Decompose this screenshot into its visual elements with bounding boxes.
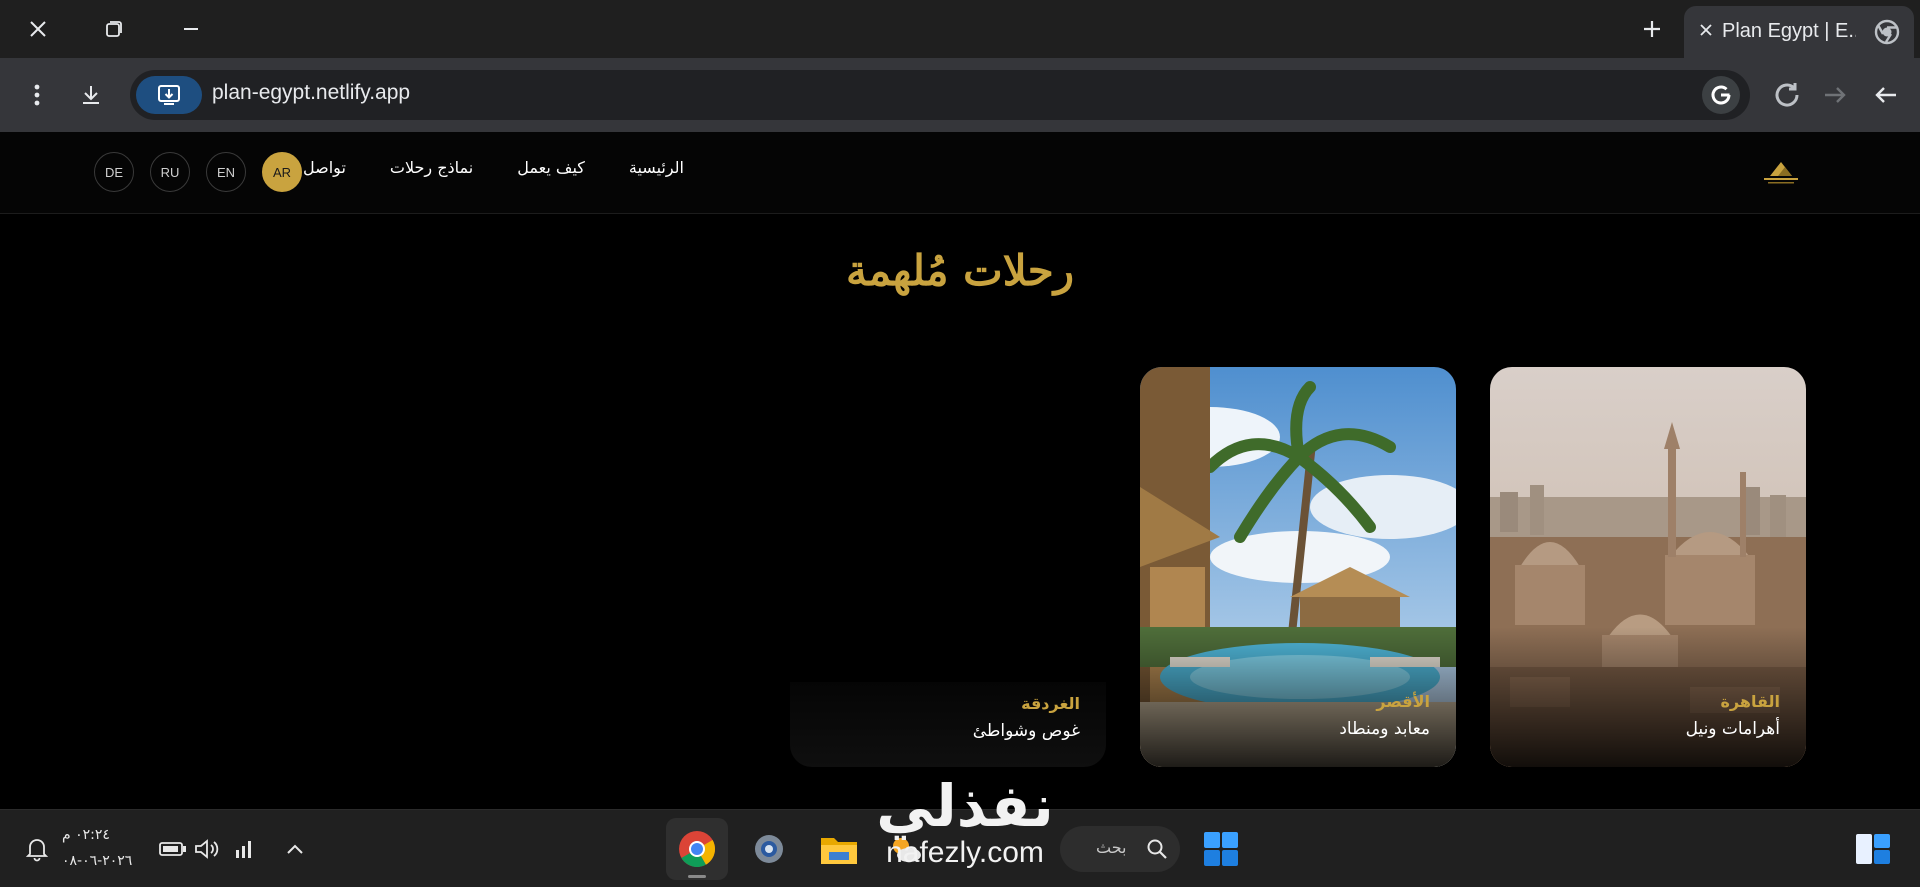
card-city: الغردقة: [1021, 694, 1080, 713]
arrow-right-icon: [1825, 87, 1846, 103]
widgets-button[interactable]: [1842, 818, 1904, 880]
gear-icon: [755, 835, 783, 863]
speaker-icon: [195, 839, 219, 859]
lang-de-button[interactable]: DE: [94, 152, 134, 192]
chrome-favicon-icon: [1874, 19, 1900, 49]
close-icon: [1700, 24, 1712, 36]
volume-control[interactable]: [192, 834, 222, 864]
browser-tab[interactable]: Plan Egypt | E...: [1684, 6, 1914, 58]
taskbar-settings-button[interactable]: [738, 818, 800, 880]
battery-indicator[interactable]: [158, 834, 188, 864]
trip-card-luxor[interactable]: الأقصر معابد ومنطاد: [1140, 367, 1456, 767]
back-button[interactable]: [1865, 74, 1907, 116]
google-lens-button[interactable]: [1702, 76, 1740, 114]
close-icon: [30, 21, 46, 37]
lang-ar-button[interactable]: AR: [262, 152, 302, 192]
network-status[interactable]: [230, 834, 260, 864]
minimize-icon: [184, 28, 198, 30]
taskbar-chrome-button[interactable]: [666, 818, 728, 880]
google-icon: [1711, 85, 1731, 105]
nav-how-it-works-link[interactable]: كيف يعمل: [517, 158, 585, 177]
notifications-button[interactable]: [22, 834, 52, 864]
watermark-arabic: نفذلي: [876, 772, 1054, 840]
nafezly-watermark: نفذلي nafezly.com: [840, 774, 1090, 868]
download-icon: [83, 86, 99, 104]
address-bar[interactable]: plan-egypt.netlify.app: [130, 70, 1750, 120]
new-tab-button[interactable]: [1628, 10, 1676, 48]
browser-toolbar: plan-egypt.netlify.app: [0, 58, 1920, 132]
reload-button[interactable]: [1766, 74, 1808, 116]
widgets-icon: [1856, 834, 1890, 864]
chevron-up-icon: [287, 844, 303, 854]
lang-en-button[interactable]: EN: [206, 152, 246, 192]
clock-date: ٢٠٢٦-٠٦-٠٨: [62, 853, 133, 869]
card-info: الغردقة غوص وشواطئ: [973, 694, 1080, 741]
search-placeholder: بحث: [1096, 838, 1127, 857]
url-text[interactable]: plan-egypt.netlify.app: [212, 81, 410, 105]
signal-icon: [236, 841, 251, 858]
nav-home-link[interactable]: الرئيسية: [629, 158, 684, 177]
windows-logo-icon: [1204, 832, 1238, 866]
close-window-button[interactable]: [10, 10, 66, 48]
system-clock[interactable]: ٠٢:٢٤ م ٢٠٢٦-٠٦-٠٨: [62, 822, 132, 874]
card-info: القاهرة أهرامات ونيل: [1686, 692, 1780, 739]
card-subtitle: غوص وشواطئ: [972, 721, 1080, 741]
page-title: رحلات مُلهمة: [845, 246, 1075, 295]
active-app-indicator: [688, 875, 706, 878]
trip-card-hurghada[interactable]: الغردقة غوص وشواطئ: [790, 682, 1106, 767]
search-icon: [1146, 838, 1168, 864]
lang-ru-button[interactable]: RU: [150, 152, 190, 192]
install-icon: [158, 85, 180, 105]
card-subtitle: أهرامات ونيل: [1685, 719, 1780, 739]
card-subtitle: معابد ومنطاد: [1339, 719, 1430, 739]
trip-card-cairo[interactable]: القاهرة أهرامات ونيل: [1490, 367, 1806, 767]
start-button[interactable]: [1190, 818, 1252, 880]
downloads-button[interactable]: [70, 74, 112, 116]
arrow-left-icon: [1875, 87, 1896, 103]
more-vertical-icon: [34, 84, 40, 106]
show-hidden-icons-button[interactable]: [280, 834, 310, 864]
chrome-icon: [679, 831, 715, 868]
tab-title: Plan Egypt | E...: [1722, 20, 1856, 42]
install-app-button[interactable]: [136, 76, 202, 114]
reload-icon: [1775, 83, 1799, 107]
browser-tab-strip: Plan Egypt | E...: [0, 0, 1920, 58]
site-header: DE RU EN AR الرئيسية كيف يعمل نماذج رحلا…: [0, 132, 1920, 214]
restore-icon: [106, 21, 122, 37]
clock-time: ٠٢:٢٤ م: [62, 827, 110, 843]
nav-sample-trips-link[interactable]: نماذج رحلات: [390, 158, 473, 177]
tab-close-button[interactable]: [1698, 22, 1714, 42]
plan-egypt-logo[interactable]: [1756, 154, 1806, 194]
watermark-domain: nafezly.com: [886, 836, 1044, 869]
nav-contact-link[interactable]: تواصل: [303, 158, 346, 177]
forward-button[interactable]: [1814, 74, 1856, 116]
card-city: القاهرة: [1720, 692, 1780, 711]
minimize-window-button[interactable]: [163, 10, 219, 48]
bell-icon: [25, 839, 49, 862]
language-switcher: DE RU EN AR: [94, 152, 302, 192]
main-nav: الرئيسية كيف يعمل نماذج رحلات تواصل: [303, 158, 684, 177]
battery-icon: [159, 842, 186, 856]
card-city: الأقصر: [1376, 692, 1430, 711]
plus-icon: [1644, 21, 1660, 37]
browser-menu-button[interactable]: [16, 74, 58, 116]
restore-window-button[interactable]: [86, 10, 142, 48]
card-info: الأقصر معابد ومنطاد: [1339, 692, 1430, 739]
